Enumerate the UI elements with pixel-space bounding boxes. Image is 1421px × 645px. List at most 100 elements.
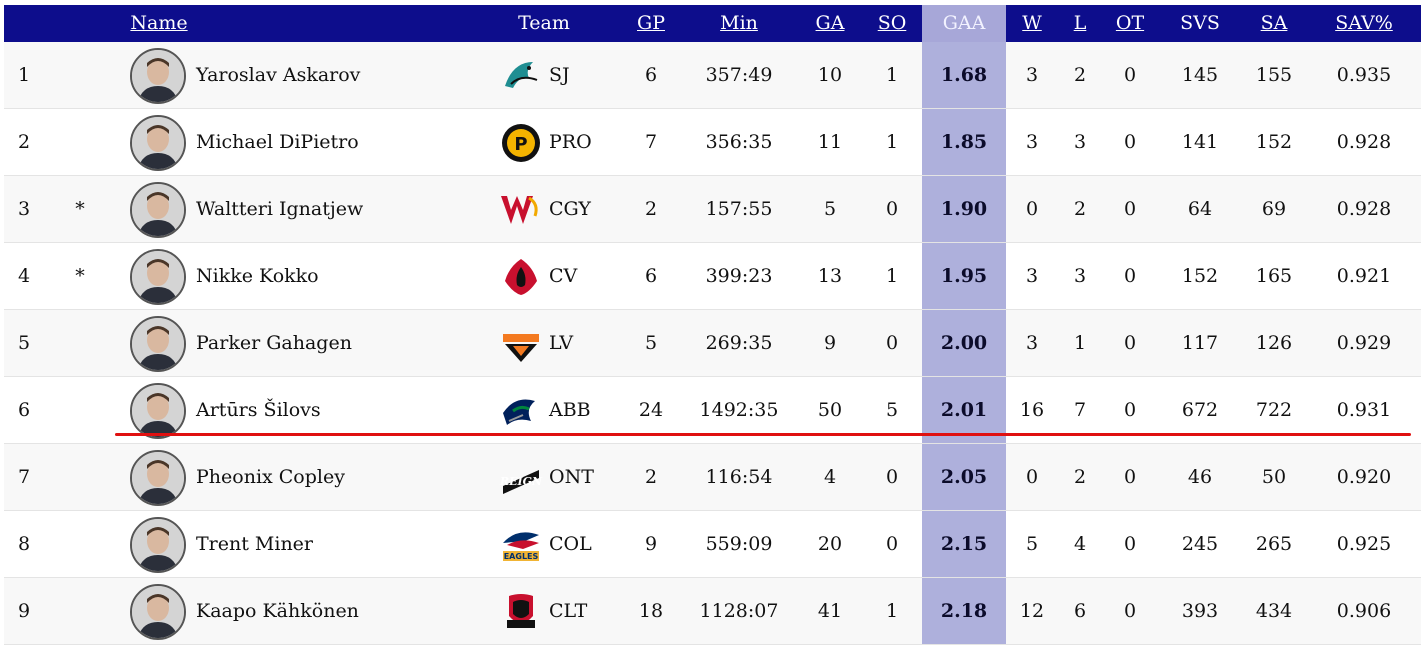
sa-cell: 50	[1261, 466, 1287, 488]
ga-cell: 9	[823, 332, 837, 354]
so-cell: 1	[885, 64, 899, 86]
min-cell: 356:35	[705, 131, 773, 153]
calgary-wranglers-logo[interactable]	[499, 190, 543, 230]
table-body: 1 Yaroslav Askarov SJ 6 357:49 10 1 1.68 3 2 0 145 1…	[4, 42, 1421, 645]
rookie-mark: *	[75, 265, 85, 287]
colorado-eagles-logo[interactable]: EAGLES	[499, 525, 543, 565]
sa-cell: 126	[1255, 332, 1293, 354]
ot-cell: 0	[1123, 64, 1137, 86]
min-cell: 1128:07	[699, 600, 779, 622]
player-avatar[interactable]	[130, 383, 186, 439]
lehigh-valley-phantoms-logo[interactable]	[499, 324, 543, 364]
w-cell: 12	[1019, 600, 1045, 622]
col-header-ot[interactable]: OT	[1104, 5, 1156, 42]
player-avatar[interactable]	[130, 115, 186, 171]
team-abbr[interactable]: PRO	[549, 109, 609, 175]
rank-cell: 9	[18, 600, 31, 622]
sa-cell: 69	[1261, 198, 1287, 220]
abbotsford-canucks-logo[interactable]	[499, 391, 543, 431]
player-avatar[interactable]	[130, 517, 186, 573]
col-header-w[interactable]: W	[1012, 5, 1052, 42]
gp-cell: 5	[644, 332, 658, 354]
table-row[interactable]: 9 Kaapo Kähkönen CLT 18 1128:07 41 1 2.18 12 6 0 39…	[4, 578, 1421, 645]
table-row[interactable]: 3 * Waltteri Ignatjew CGY 2 157:55 5 0 1.90 0 2 0 64…	[4, 176, 1421, 243]
gp-cell: 7	[644, 131, 658, 153]
col-header-gp[interactable]: GP	[626, 5, 676, 42]
min-cell: 116:54	[705, 466, 773, 488]
table-row[interactable]: 4 * Nikke Kokko CV 6 399:23 13 1 1.95 3 3 0 152 165 0.…	[4, 243, 1421, 310]
w-cell: 3	[1025, 332, 1039, 354]
player-name[interactable]: Pheonix Copley	[196, 444, 486, 510]
player-name[interactable]: Parker Gahagen	[196, 310, 486, 376]
sav-cell: 0.935	[1336, 64, 1392, 86]
gp-cell: 18	[638, 600, 664, 622]
ga-cell: 5	[823, 198, 837, 220]
sj-barracuda-logo[interactable]	[499, 56, 543, 96]
l-cell: 3	[1073, 131, 1087, 153]
team-abbr[interactable]: LV	[549, 310, 609, 376]
gaa-cell: 1.85	[922, 109, 1006, 175]
l-cell: 2	[1073, 466, 1087, 488]
rank-cell: 1	[18, 64, 31, 86]
rookie-mark	[72, 578, 88, 644]
team-abbr[interactable]: SJ	[549, 42, 609, 108]
col-header-sa[interactable]: SA	[1249, 5, 1299, 42]
gp-cell: 6	[644, 265, 658, 287]
ga-cell: 10	[817, 64, 843, 86]
player-name[interactable]: Trent Miner	[196, 511, 486, 577]
table-row[interactable]: 1 Yaroslav Askarov SJ 6 357:49 10 1 1.68 3 2 0 145 1…	[4, 42, 1421, 109]
sa-cell: 434	[1255, 600, 1293, 622]
player-name[interactable]: Michael DiPietro	[196, 109, 486, 175]
player-avatar[interactable]	[130, 584, 186, 640]
col-header-gaa[interactable]: GAA	[922, 5, 1006, 42]
team-abbr[interactable]: ONT	[549, 444, 609, 510]
ot-cell: 0	[1123, 131, 1137, 153]
player-avatar[interactable]	[130, 48, 186, 104]
player-avatar[interactable]	[130, 249, 186, 305]
l-cell: 3	[1073, 265, 1087, 287]
col-header-svs: SVS	[1180, 12, 1220, 34]
player-name[interactable]: Waltteri Ignatjew	[196, 176, 486, 242]
svs-cell: 117	[1181, 332, 1219, 354]
team-abbr[interactable]: CGY	[549, 176, 609, 242]
rookie-mark	[72, 109, 88, 175]
table-row[interactable]: 5 Parker Gahagen LV 5 269:35 9 0 2.00 3 1 0 117 126 0…	[4, 310, 1421, 377]
ga-cell: 20	[817, 533, 843, 555]
min-cell: 559:09	[705, 533, 773, 555]
so-cell: 1	[885, 265, 899, 287]
col-header-so[interactable]: SO	[867, 5, 917, 42]
coachella-firebirds-logo[interactable]	[499, 257, 543, 297]
rookie-mark	[72, 511, 88, 577]
goalie-stats-table: Name Team GP Min GA SO GAA W L OT SVS SA…	[4, 5, 1421, 645]
providence-bruins-logo[interactable]: P	[499, 123, 543, 163]
table-row[interactable]: 8 Trent Miner COL 9 559:09 20 0 2.15 5 4 0 245 265 0.…	[4, 511, 1421, 578]
col-header-min[interactable]: Min	[704, 5, 774, 42]
col-header-l[interactable]: L	[1062, 5, 1098, 42]
gp-cell: 9	[644, 533, 658, 555]
col-header-name[interactable]: Name	[124, 5, 194, 42]
player-avatar[interactable]	[130, 450, 186, 506]
svs-cell: 64	[1187, 198, 1213, 220]
player-name[interactable]: Kaapo Kähkönen	[196, 578, 486, 644]
team-abbr[interactable]: COL	[549, 511, 609, 577]
ontario-reign-logo[interactable]: REIGN	[499, 458, 543, 498]
team-abbr[interactable]: CLT	[549, 578, 609, 644]
player-name[interactable]: Nikke Kokko	[196, 243, 486, 309]
col-header-sav[interactable]: SAV%	[1324, 5, 1404, 42]
rank-cell: 7	[18, 466, 31, 488]
gaa-cell: 2.05	[922, 444, 1006, 510]
rank-cell: 2	[18, 131, 31, 153]
svs-cell: 141	[1181, 131, 1219, 153]
team-abbr[interactable]: CV	[549, 243, 609, 309]
table-row[interactable]: 7 Pheonix Copley ONT 2 116:54 4 0 2.05 0 2 0 46 50 0.…	[4, 444, 1421, 511]
player-avatar[interactable]	[130, 316, 186, 372]
table-row[interactable]: 2 Michael DiPietro PRO 7 356:35 11 1 1.85 3 3 0 141…	[4, 109, 1421, 176]
gaa-cell: 2.18	[922, 578, 1006, 644]
l-cell: 4	[1073, 533, 1087, 555]
ot-cell: 0	[1123, 600, 1137, 622]
player-name[interactable]: Yaroslav Askarov	[196, 42, 486, 108]
charlotte-checkers-logo[interactable]	[499, 592, 543, 632]
col-header-ga[interactable]: GA	[805, 5, 855, 42]
player-avatar[interactable]	[130, 182, 186, 238]
ot-cell: 0	[1123, 466, 1137, 488]
